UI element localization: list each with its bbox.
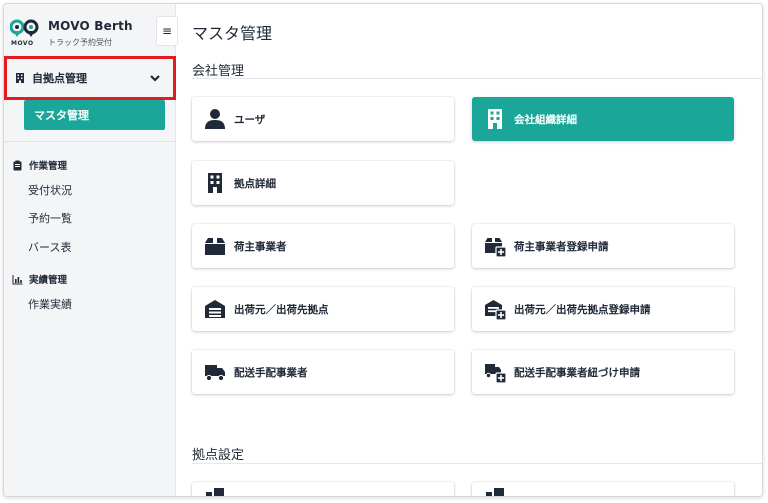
sidebar-item-reservation-list[interactable]: 予約一覧	[28, 210, 72, 226]
sidebar: MOVO MOVO Berth トラック予約受付 自拠点管理 マスタ管理 作業管…	[4, 4, 176, 496]
chevron-down-icon	[150, 75, 160, 82]
sidebar-group-results: 実績管理	[12, 272, 67, 286]
card-shipping-sites-registration[interactable]: 出荷元／出荷先拠点登録申請	[472, 287, 734, 331]
card-label: 出荷元／出荷先拠点登録申請	[514, 303, 651, 316]
card-delivery-arranger-link[interactable]: 配送手配事業者紐づけ申請	[472, 350, 734, 394]
clipboard-icon	[13, 160, 22, 170]
card-site-setting-2[interactable]	[472, 482, 734, 496]
hamburger-icon[interactable]: ≡	[156, 16, 178, 46]
sidebar-group-work: 作業管理	[12, 158, 67, 172]
card-label: 会社組織詳細	[514, 113, 577, 126]
page-title: マスタ管理	[192, 24, 273, 43]
dropdown-label: 自拠点管理	[32, 72, 87, 85]
section-title-site-settings: 拠点設定	[192, 448, 245, 463]
card-label: ユーザ	[234, 113, 266, 126]
truck-icon	[205, 365, 225, 382]
sidebar-item-work-results[interactable]: 作業実績	[28, 296, 72, 312]
building-icon	[208, 173, 222, 193]
app-window: MOVO MOVO Berth トラック予約受付 自拠点管理 マスタ管理 作業管…	[3, 3, 763, 497]
card-shipping-sites[interactable]: 出荷元／出荷先拠点	[192, 287, 454, 331]
settings-icon	[486, 488, 504, 496]
sidebar-item-master[interactable]: マスタ管理	[24, 100, 165, 130]
warehouse-icon	[205, 300, 225, 318]
group-label: 作業管理	[29, 161, 68, 172]
truck-plus-icon	[485, 364, 506, 383]
sidebar-item-reception-status[interactable]: 受付状況	[28, 182, 72, 198]
warehouse-plus-icon	[485, 300, 506, 320]
building-icon	[488, 109, 502, 129]
bar-chart-icon	[12, 274, 23, 284]
brand[interactable]: MOVO MOVO Berth トラック予約受付	[10, 16, 160, 50]
card-user[interactable]: ユーザ	[192, 97, 454, 141]
card-site-setting-1[interactable]	[192, 482, 454, 496]
card-label: 荷主事業者	[234, 240, 287, 253]
card-label: 出荷元／出荷先拠点	[234, 303, 329, 316]
box-icon	[205, 238, 225, 255]
group-label: 実績管理	[29, 275, 68, 286]
site-management-dropdown[interactable]: 自拠点管理	[4, 56, 176, 100]
card-shipper-registration[interactable]: 荷主事業者登録申請	[472, 224, 734, 268]
card-site-detail[interactable]: 拠点詳細	[192, 161, 454, 205]
card-label: 配送手配事業者	[234, 366, 308, 379]
card-company-org-detail[interactable]: 会社組織詳細	[472, 97, 734, 141]
box-plus-icon	[485, 238, 506, 257]
card-label: 配送手配事業者紐づけ申請	[514, 366, 640, 379]
card-delivery-arranger[interactable]: 配送手配事業者	[192, 350, 454, 394]
main-content: マスタ管理 会社管理 ユーザ 会社組織詳細 拠点詳細 荷主事業者 荷主事業者登録…	[176, 4, 762, 496]
sidebar-divider	[4, 141, 176, 142]
card-label: 荷主事業者登録申請	[514, 240, 609, 253]
user-icon	[205, 109, 225, 129]
section-divider	[192, 463, 762, 464]
logo-text: MOVO	[11, 40, 34, 47]
section-divider	[192, 78, 762, 79]
brand-name: MOVO Berth	[48, 19, 133, 33]
sidebar-item-berth-table[interactable]: バース表	[28, 239, 71, 255]
card-shipper[interactable]: 荷主事業者	[192, 224, 454, 268]
section-title-company: 会社管理	[192, 64, 245, 79]
building-icon	[16, 73, 24, 83]
card-label: 拠点詳細	[234, 177, 276, 190]
settings-icon	[206, 488, 224, 496]
brand-subtitle: トラック予約受付	[48, 38, 112, 47]
